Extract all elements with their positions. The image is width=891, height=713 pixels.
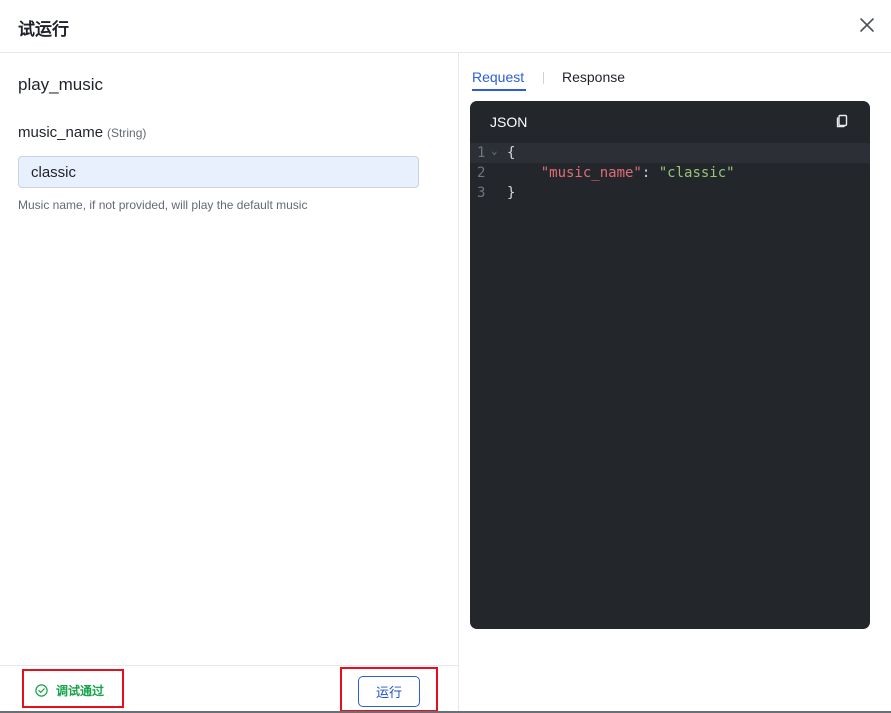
code-editor[interactable]: JSON 1 ⌄ { 2 "music_name": "classic" 3 } [470, 101, 870, 629]
code-body: 1 ⌄ { 2 "music_name": "classic" 3 } [470, 143, 870, 203]
status-text: 调试通过 [56, 684, 105, 698]
tab-request[interactable]: Request [472, 69, 524, 85]
fold-chevron-icon[interactable]: ⌄ [491, 144, 498, 157]
code-language: JSON [490, 114, 528, 130]
tab-divider [543, 72, 544, 84]
param-label: music_name (String) [18, 124, 146, 141]
code-text: { [507, 145, 516, 161]
json-key: "music_name" [540, 165, 642, 181]
request-form-panel: play_music music_name(String) Music name… [0, 53, 459, 665]
music-name-input[interactable] [18, 156, 419, 188]
tab-active-indicator [472, 89, 526, 91]
function-name: play_music [18, 75, 104, 94]
line-number: 3 [477, 185, 486, 201]
code-text: "music_name": "classic" [507, 165, 735, 181]
dialog-title: 试运行 [18, 20, 69, 40]
code-line: 2 "music_name": "classic" [470, 163, 870, 183]
param-type: (String) [107, 126, 147, 140]
line-number: 2 [477, 165, 486, 181]
debug-status: 调试通过 [22, 669, 124, 708]
code-line: 1 ⌄ { [470, 143, 870, 163]
run-button[interactable]: 运行 [358, 676, 420, 707]
check-circle-icon [35, 684, 48, 697]
code-header: JSON [470, 101, 870, 143]
copy-icon[interactable] [834, 113, 850, 129]
json-value: "classic" [658, 165, 735, 181]
request-preview-panel: Request Response JSON 1 ⌄ { 2 "music_nam… [460, 53, 891, 711]
dialog-footer: 调试通过 运行 [0, 665, 459, 713]
param-name: music_name [18, 124, 104, 141]
param-description: Music name, if not provided, will play t… [18, 198, 308, 212]
json-colon: : [641, 165, 659, 181]
code-text: } [507, 185, 516, 201]
dialog-header: 试运行 [0, 0, 891, 53]
line-number: 1 [477, 145, 486, 161]
close-icon[interactable] [856, 14, 878, 36]
run-highlight: 运行 [340, 667, 438, 712]
tab-response[interactable]: Response [562, 69, 625, 85]
code-line: 3 } [470, 183, 870, 203]
